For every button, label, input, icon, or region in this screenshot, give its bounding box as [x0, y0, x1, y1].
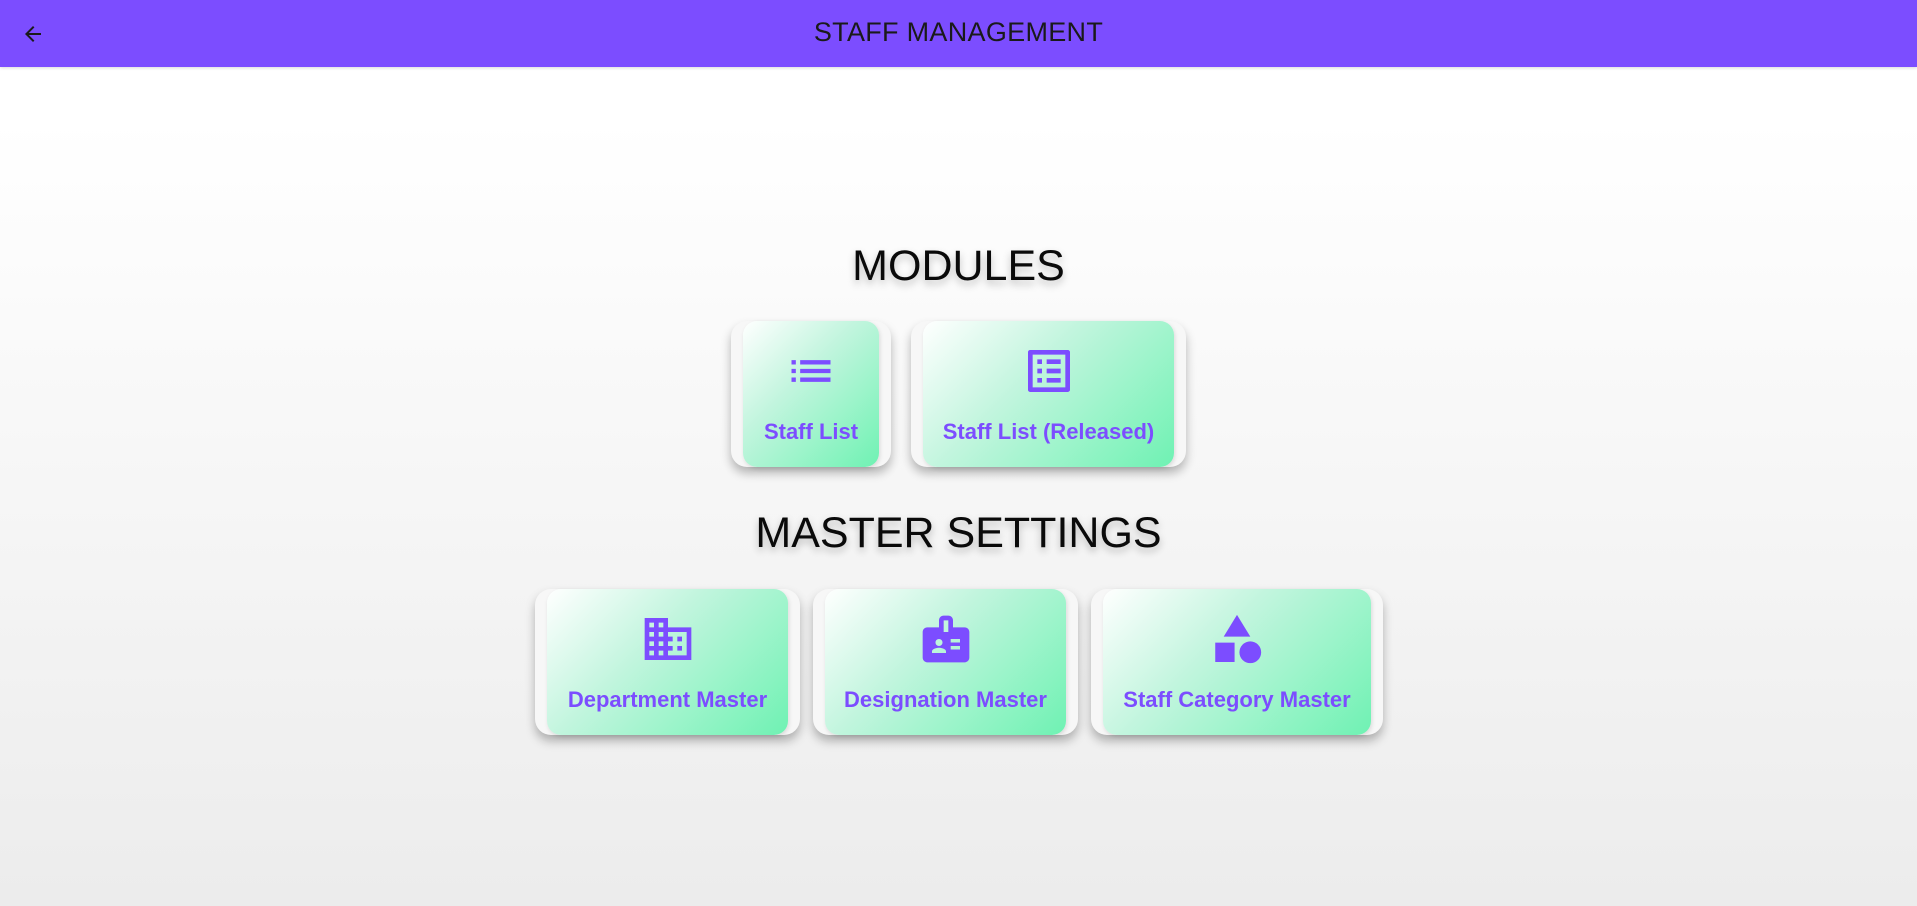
app-bar: STAFF MANAGEMENT	[0, 0, 1917, 67]
staff-list-released-label: Staff List (Released)	[942, 419, 1155, 444]
staff-list-card[interactable]: Staff List	[731, 321, 891, 467]
building-icon	[644, 618, 691, 660]
staff-list-released-card[interactable]: Staff List (Released)	[911, 321, 1186, 467]
modules-heading: MODULES	[852, 242, 1065, 290]
badge-icon	[922, 615, 969, 663]
category-icon	[1215, 614, 1262, 664]
page-title: STAFF MANAGEMENT	[813, 17, 1104, 47]
department-master-card[interactable]: Department Master	[535, 589, 800, 735]
designation-master-card[interactable]: Designation Master	[813, 589, 1078, 735]
master-settings-heading: MASTER SETTINGS	[755, 509, 1162, 557]
staff-category-master-card[interactable]: Staff Category Master	[1091, 589, 1383, 735]
designation-master-label: Designation Master	[844, 687, 1047, 712]
staff-category-master-label: Staff Category Master	[1123, 687, 1351, 712]
list-alt-icon	[1027, 350, 1070, 392]
staff-list-label: Staff List	[763, 419, 859, 444]
department-master-label: Department Master	[567, 687, 768, 712]
list-icon	[791, 360, 831, 382]
